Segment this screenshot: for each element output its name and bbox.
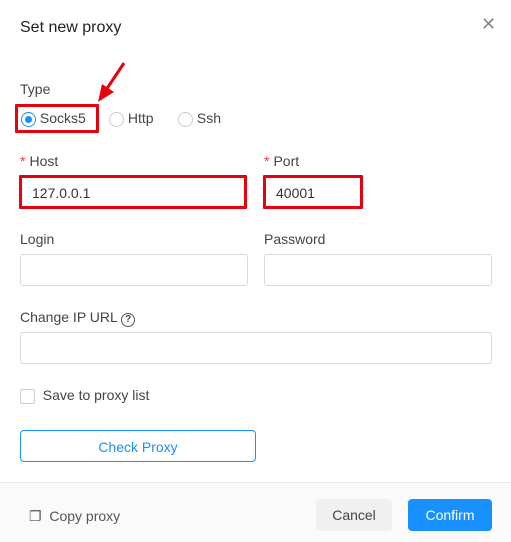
confirm-button[interactable]: Confirm xyxy=(408,499,492,531)
cancel-button[interactable]: Cancel xyxy=(316,499,392,531)
radio-label: Http xyxy=(127,110,154,126)
change-ip-label: Change IP URL ? xyxy=(20,309,136,327)
port-label: * Port xyxy=(264,153,300,169)
dialog-title: Set new proxy xyxy=(20,19,122,36)
change-ip-input[interactable] xyxy=(20,332,492,364)
close-icon[interactable]: ✕ xyxy=(481,14,496,35)
radio-ssh[interactable]: Ssh xyxy=(178,110,221,127)
check-proxy-button[interactable]: Check Proxy xyxy=(20,430,256,462)
save-to-proxy-list-checkbox[interactable]: Save to proxy list xyxy=(20,387,149,404)
radio-http[interactable]: Http xyxy=(109,110,154,127)
password-input[interactable] xyxy=(264,254,492,286)
radio-label: Ssh xyxy=(196,110,222,126)
host-input[interactable]: 127.0.0.1 xyxy=(19,175,247,209)
login-input[interactable] xyxy=(20,254,248,286)
password-label: Password xyxy=(264,231,326,247)
type-label: Type xyxy=(20,81,51,97)
annotation-arrow-icon xyxy=(98,62,126,102)
login-label: Login xyxy=(20,231,55,247)
copy-proxy-button[interactable]: ❐ Copy proxy xyxy=(29,508,120,525)
host-label: * Host xyxy=(20,153,59,169)
copy-icon: ❐ xyxy=(29,508,42,524)
radio-socks5[interactable]: Socks5 xyxy=(21,110,86,127)
port-input[interactable]: 40001 xyxy=(263,175,363,209)
radio-label: Socks5 xyxy=(39,110,86,126)
question-circle-icon[interactable]: ? xyxy=(121,313,136,327)
